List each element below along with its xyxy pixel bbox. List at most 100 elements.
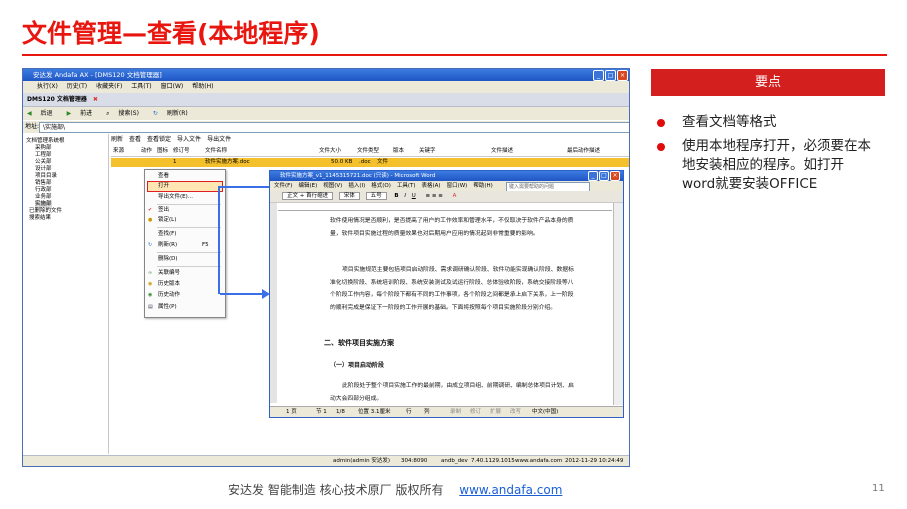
ctx-properties[interactable]: ▤ 属性(P) [148,303,222,312]
list-view-locked-button[interactable]: 查看锁定 [147,136,171,143]
back-button[interactable]: ◀ 后退 [27,110,60,117]
refresh-icon: ↻ [152,110,158,117]
tree-item[interactable]: 业务部 [35,194,52,201]
align-icon[interactable]: ≡ ≡ ≡ [426,193,443,199]
refresh-button[interactable]: ↻ 刷新(R) [153,110,195,117]
table-row[interactable]: 1 软件实施方案.doc 50.0 KB .doc 文件 [111,158,629,167]
word-menu-format[interactable]: 格式(O) [371,183,391,189]
ctx-history-version[interactable]: ◉ 历史版本 [148,280,222,289]
ctx-view[interactable]: 查看 [148,172,222,181]
close-button[interactable]: × [617,70,628,81]
tree-item[interactable]: 工程部 [35,152,52,159]
italic-icon[interactable]: I [404,193,406,199]
word-status-section: 节 1 [316,409,327,415]
ctx-find[interactable]: 查找(F) [148,230,222,239]
tree-item-search-results[interactable]: 搜索结果 [29,215,51,222]
col-version[interactable]: 版本 [393,147,404,156]
menu-window[interactable]: 窗口(W) [161,83,184,90]
tree-item-selected[interactable]: 实施部 [35,201,52,208]
underline-icon[interactable]: U [412,193,416,199]
list-view-button[interactable]: 查看 [129,136,141,143]
menu-favorites[interactable]: 收藏夹(F) [96,83,122,90]
style-select[interactable]: 正文 + 首行缩进 [282,192,334,200]
word-menu-tools[interactable]: 工具(T) [397,183,416,189]
ctx-divider [157,266,221,267]
col-size[interactable]: 文件大小 [319,147,341,156]
footer-text: 安达发 智能制造 核心技术原厂 版权所有 [228,483,444,497]
word-minimize-button[interactable]: _ [588,171,598,181]
word-menu-edit[interactable]: 编辑(E) [298,183,317,189]
menu-execute[interactable]: 执行(X) [37,83,58,90]
ctx-export[interactable]: 导出文件(E)... [148,193,222,202]
bold-icon[interactable]: B [394,193,398,199]
export-file-button[interactable]: 导出文件 [207,136,231,143]
list-refresh-button[interactable]: 刷新 [111,136,123,143]
word-menu-insert[interactable]: 插入(I) [348,183,365,189]
tree-item[interactable]: 采购部 [35,145,52,152]
tree-root[interactable]: 文档管理系统根 [26,138,65,145]
word-close-button[interactable]: × [610,171,620,181]
tree-item[interactable]: 项目目录 [35,173,57,180]
menu-history[interactable]: 历史(T) [67,83,87,90]
word-menu-window[interactable]: 窗口(W) [447,183,468,189]
col-last-action[interactable]: 最后动作描述 [567,147,600,156]
tree-item[interactable]: 设计部 [35,166,52,173]
status-website: www.andafa.com [515,458,563,464]
title-divider [22,54,887,56]
size-select[interactable]: 五号 [365,192,387,200]
font-color-icon[interactable]: A [453,193,457,199]
forward-button[interactable]: ▶ 前进 [67,110,100,117]
ctx-lock[interactable]: ● 锁定(L) [148,216,222,225]
address-input[interactable]: \实施部\ [39,122,629,133]
word-status-record: 录制 [450,409,462,415]
col-type[interactable]: 文件类型 [357,147,379,156]
arrow-connector [218,186,271,188]
bullet-icon [657,119,665,127]
col-filename[interactable]: 文件名称 [205,147,227,156]
word-scrollbar[interactable] [613,203,623,405]
ctx-history-action[interactable]: ◉ 历史动作 [148,291,222,300]
forward-icon: ▶ [66,110,72,117]
col-action[interactable]: 动作 [141,147,152,156]
word-menu-table[interactable]: 表格(A) [422,183,441,189]
tree-item-deleted[interactable]: 已删除的文件 [29,208,62,215]
menu-help[interactable]: 帮助(H) [192,83,213,90]
word-maximize-button[interactable]: □ [599,171,609,181]
word-titlebar: 软件实施方案_v1_1145315721.doc (只读) - Microsof… [270,171,623,181]
menu-tools[interactable]: 工具(T) [131,83,151,90]
back-icon: ◀ [27,110,32,117]
import-file-button[interactable]: 导入文件 [177,136,201,143]
col-keywords[interactable]: 关键字 [419,147,436,156]
ctx-delete[interactable]: 删除(D) [148,255,222,264]
ctx-open[interactable]: 打开 [147,181,223,192]
col-description[interactable]: 文件描述 [491,147,513,156]
word-status-revise: 修订 [470,409,482,415]
word-window-title: 软件实施方案_v1_1145315721.doc (只读) - Microsof… [280,173,436,179]
footer-link[interactable]: www.andafa.com [459,483,562,497]
col-revision[interactable]: 修订号 [173,147,190,156]
ctx-refresh[interactable]: ↻ 刷新(R) F5 [148,241,222,250]
font-select[interactable]: 宋体 [338,192,360,200]
word-status-line: 行 [406,409,412,415]
tree-item[interactable]: 公关部 [35,159,52,166]
ctx-relation[interactable]: ∞ 关联编号 [148,269,222,278]
app-menubar: 执行(X) 历史(T) 收藏夹(F) 工具(T) 窗口(W) 帮助(H) [23,81,629,93]
tab-close-icon[interactable]: ✖ [93,96,98,103]
arrow-connector [218,186,220,294]
tree-item[interactable]: 行政部 [35,187,52,194]
word-menu-view[interactable]: 视图(V) [323,183,342,189]
word-status-pages: 1/8 [336,409,345,415]
word-menu-file[interactable]: 文件(F) [274,183,292,189]
word-format-toolbar: 正文 + 首行缩进 宋体 五号 B I U ≡ ≡ ≡ A [270,191,623,203]
col-source[interactable]: 来源 [113,147,124,156]
tree-item[interactable]: 销售部 [35,180,52,187]
arrow-connector [220,293,264,295]
word-menu-help[interactable]: 帮助(H) [473,183,492,189]
col-icon[interactable]: 图标 [157,147,168,156]
minimize-button[interactable]: _ [593,70,604,81]
search-button[interactable]: ⌕ 搜索(S) [106,110,146,117]
ctx-checkout[interactable]: ✔ 签出 [148,206,222,215]
slide-title: 文件管理—查看(本地程序) [22,19,320,48]
tab-dms[interactable]: DMS120 文档管理器 [27,96,87,103]
maximize-button[interactable]: □ [605,70,616,81]
